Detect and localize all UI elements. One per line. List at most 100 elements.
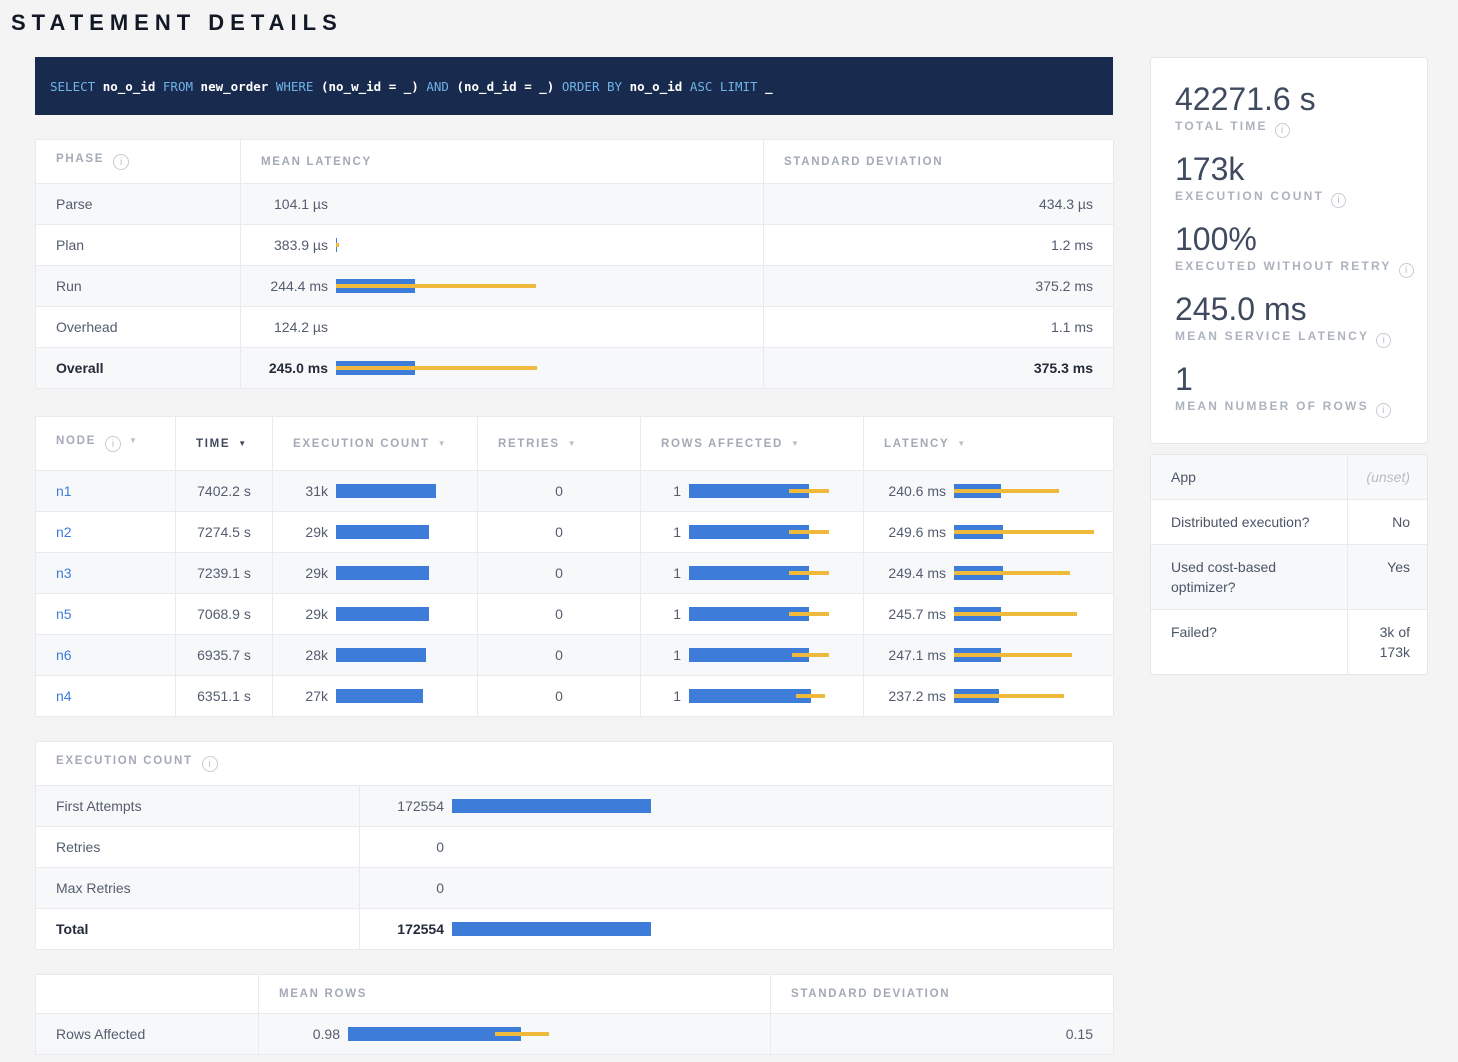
rows-affected-value: 1 xyxy=(661,565,681,581)
app-row-label: Distributed execution? xyxy=(1151,500,1347,544)
node-link[interactable]: n2 xyxy=(56,524,72,540)
rows-affected-bar xyxy=(689,607,843,621)
summary-stats-card: 42271.6 s TOTAL TIMEi 173k EXECUTION COU… xyxy=(1150,57,1428,444)
node-link[interactable]: n1 xyxy=(56,483,72,499)
table-row-overall: Overall 245.0 ms 375.3 ms xyxy=(36,348,1114,389)
exec-count-bar xyxy=(336,484,457,498)
rows-affected-value: 1 xyxy=(661,688,681,704)
retries-column-header[interactable]: RETRIES▼ xyxy=(478,417,641,471)
table-row: n4 6351.1 s 27k 0 1 237.2 ms xyxy=(36,676,1114,717)
latency-column-header[interactable]: LATENCY▼ xyxy=(864,417,1114,471)
rows-affected-bar xyxy=(689,648,843,662)
info-icon[interactable]: i xyxy=(1399,263,1414,278)
sql-token: no_o_id xyxy=(630,79,683,94)
rows-affected-bar xyxy=(689,689,843,703)
exec-count-bar xyxy=(336,648,457,662)
node-table: NODEi▼ TIME▼ EXECUTION COUNT▼ RETRIES▼ R… xyxy=(35,416,1114,717)
time-column-header[interactable]: TIME▼ xyxy=(176,417,273,471)
node-table-header-row: NODEi▼ TIME▼ EXECUTION COUNT▼ RETRIES▼ R… xyxy=(36,417,1114,471)
info-icon[interactable]: i xyxy=(105,436,121,452)
stat-value: 100% xyxy=(1175,221,1403,258)
sort-down-icon: ▼ xyxy=(791,439,801,448)
node-link[interactable]: n3 xyxy=(56,565,72,581)
exec-row-value: 0 xyxy=(380,839,444,855)
node-time: 7274.5 s xyxy=(176,512,273,553)
phase-label: Parse xyxy=(36,184,241,225)
latency-bar xyxy=(954,484,1093,498)
rows-affected-value: 1 xyxy=(661,483,681,499)
stat-value: 1 xyxy=(1175,361,1403,398)
node-column-header[interactable]: NODEi▼ xyxy=(36,417,176,471)
phase-table: PHASEi MEAN LATENCY STANDARD DEVIATION P… xyxy=(35,139,1114,389)
node-time: 6935.7 s xyxy=(176,635,273,676)
table-row: Plan 383.9 µs 1.2 ms xyxy=(36,225,1114,266)
table-row: n1 7402.2 s 31k 0 1 240.6 ms xyxy=(36,471,1114,512)
app-row-value: No xyxy=(1347,500,1427,544)
node-time: 6351.1 s xyxy=(176,676,273,717)
node-latency-value: 249.6 ms xyxy=(884,524,946,540)
phase-header-label: PHASE xyxy=(56,153,104,165)
node-link[interactable]: n6 xyxy=(56,647,72,663)
app-row-label: Used cost-based optimizer? xyxy=(1151,545,1347,609)
phase-label: Plan xyxy=(36,225,241,266)
exec-row-value: 172554 xyxy=(380,921,444,937)
phase-label: Run xyxy=(36,266,241,307)
std-dev-value: 1.2 ms xyxy=(764,225,1114,266)
sql-token: SELECT xyxy=(50,79,95,94)
sql-token: ORDER BY xyxy=(562,79,622,94)
stat-total-time: 42271.6 s TOTAL TIMEi xyxy=(1175,81,1403,138)
empty-column-header xyxy=(36,975,259,1014)
info-icon[interactable]: i xyxy=(1331,193,1346,208)
app-row: App (unset) xyxy=(1151,455,1427,500)
app-row: Used cost-based optimizer? Yes xyxy=(1151,545,1427,610)
node-link[interactable]: n4 xyxy=(56,688,72,704)
phase-label: Overall xyxy=(36,348,241,389)
sql-statement: SELECT no_o_id FROM new_order WHERE (no_… xyxy=(50,79,773,94)
latency-bar xyxy=(954,689,1093,703)
table-row: Rows Affected 0.98 0.15 xyxy=(36,1014,1114,1055)
info-icon[interactable]: i xyxy=(1376,333,1391,348)
stat-mean-service-latency: 245.0 ms MEAN SERVICE LATENCYi xyxy=(1175,291,1403,348)
exec-row-label: Max Retries xyxy=(36,868,360,909)
table-row: Parse 104.1 µs 434.3 µs xyxy=(36,184,1114,225)
info-icon[interactable]: i xyxy=(202,756,218,772)
standard-deviation-column-header: STANDARD DEVIATION xyxy=(764,140,1114,184)
table-row: n3 7239.1 s 29k 0 1 249.4 ms xyxy=(36,553,1114,594)
rows-affected-column-header[interactable]: ROWS AFFECTED▼ xyxy=(641,417,864,471)
app-row-value: (unset) xyxy=(1347,455,1427,499)
info-icon[interactable]: i xyxy=(1376,403,1391,418)
sql-token: AND xyxy=(426,79,449,94)
app-row: Failed? 3k of 173k xyxy=(1151,610,1427,674)
rows-affected-label: Rows Affected xyxy=(36,1014,259,1055)
sql-token: WHERE xyxy=(276,79,314,94)
info-icon[interactable]: i xyxy=(1275,123,1290,138)
node-time: 7239.1 s xyxy=(176,553,273,594)
sql-token: (no_d_id = _) xyxy=(456,79,554,94)
latency-bar xyxy=(336,238,743,252)
info-icon[interactable]: i xyxy=(113,154,129,170)
exec-row-label: First Attempts xyxy=(36,786,360,827)
exec-count-value: 29k xyxy=(293,565,328,581)
sort-down-icon: ▼ xyxy=(957,439,967,448)
sql-token: LIMIT xyxy=(720,79,758,94)
sort-down-icon: ▼ xyxy=(568,439,578,448)
standard-deviation-column-header: STANDARD DEVIATION xyxy=(771,975,1114,1014)
exec-count-value: 27k xyxy=(293,688,328,704)
node-latency-value: 237.2 ms xyxy=(884,688,946,704)
exec-count-bar xyxy=(336,607,457,621)
execution-count-column-header[interactable]: EXECUTION COUNT▼ xyxy=(273,417,478,471)
latency-bar xyxy=(336,279,743,293)
main-column: SELECT no_o_id FROM new_order WHERE (no_… xyxy=(35,57,1113,1055)
table-row: First Attempts 172554 xyxy=(36,786,1114,827)
std-dev-value: 375.2 ms xyxy=(764,266,1114,307)
table-row: n5 7068.9 s 29k 0 1 245.7 ms xyxy=(36,594,1114,635)
rows-affected-value: 1 xyxy=(661,647,681,663)
stat-value: 173k xyxy=(1175,151,1403,188)
stat-label: MEAN SERVICE LATENCYi xyxy=(1175,329,1403,348)
latency-bar xyxy=(336,361,743,375)
exec-count-bar xyxy=(336,566,457,580)
latency-bar xyxy=(954,648,1093,662)
node-link[interactable]: n5 xyxy=(56,606,72,622)
retries-value: 0 xyxy=(478,594,641,635)
app-row-value: 3k of 173k xyxy=(1347,610,1427,674)
